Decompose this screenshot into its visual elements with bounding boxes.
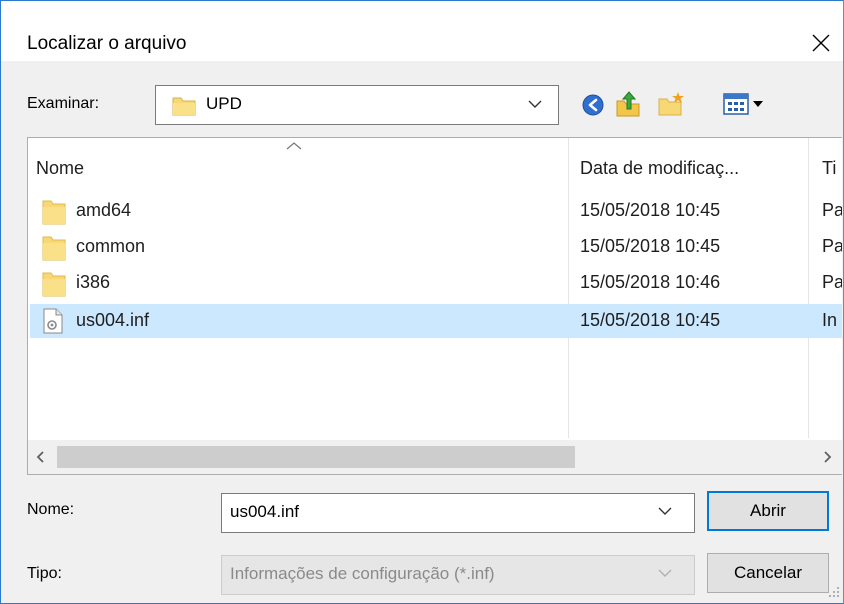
column-header-name[interactable]: Nome <box>36 158 84 179</box>
open-button[interactable]: Abrir <box>707 491 829 531</box>
inf-file-icon <box>43 308 63 334</box>
filetype-label: Tipo: <box>27 565 62 582</box>
file-date: 15/05/2018 10:45 <box>580 236 721 256</box>
file-type: Pa <box>822 236 842 256</box>
folder-icon <box>172 97 196 116</box>
file-list[interactable]: Nome Data de modificaç... Ti amd64 15/05… <box>27 137 842 475</box>
column-header-type[interactable]: Ti <box>822 158 836 179</box>
folder-icon <box>42 236 66 261</box>
column-header-date[interactable]: Data de modificaç... <box>580 158 739 179</box>
folder-icon <box>42 272 66 297</box>
file-name: common <box>76 236 146 256</box>
file-date: 15/05/2018 10:45 <box>580 200 721 220</box>
new-folder-icon[interactable] <box>657 91 685 117</box>
resize-grip-icon[interactable] <box>827 585 841 599</box>
filetype-value: Informações de configuração (*.inf) <box>230 564 495 583</box>
back-icon[interactable] <box>581 93 605 117</box>
title-bar: Localizar o arquivo <box>1 1 843 61</box>
chevron-down-icon[interactable] <box>658 506 672 516</box>
list-item[interactable]: amd64 15/05/2018 10:45 Pa <box>30 194 842 228</box>
file-date: 15/05/2018 10:45 <box>580 310 721 330</box>
filetype-select[interactable]: Informações de configuração (*.inf) <box>221 555 695 595</box>
cancel-button[interactable]: Cancelar <box>707 553 829 593</box>
up-folder-icon[interactable] <box>615 89 641 117</box>
folder-icon <box>42 200 66 225</box>
chevron-right-icon <box>824 451 832 463</box>
file-type: Pa <box>822 272 842 292</box>
chevron-down-icon <box>528 100 542 108</box>
close-button[interactable] <box>801 25 841 61</box>
chevron-down-icon <box>658 569 672 577</box>
filename-label: Nome: <box>27 501 75 518</box>
list-item[interactable]: common 15/05/2018 10:45 Pa <box>30 230 842 264</box>
scroll-left-button[interactable] <box>28 440 56 474</box>
list-item-selected[interactable]: us004.inf 15/05/2018 10:45 In <box>30 304 842 338</box>
sort-ascending-icon <box>286 142 302 150</box>
file-open-dialog: Localizar o arquivo Examinar: UPD Nome D… <box>0 0 844 604</box>
lookin-value: UPD <box>206 94 242 113</box>
view-menu-icon[interactable] <box>723 93 769 115</box>
file-name: amd64 <box>76 200 132 220</box>
file-name: us004.inf <box>76 310 150 330</box>
chevron-left-icon <box>36 451 44 463</box>
file-name: i386 <box>76 272 111 292</box>
horizontal-scrollbar[interactable] <box>28 440 842 474</box>
scroll-right-button[interactable] <box>814 440 842 474</box>
file-type: In <box>822 310 838 330</box>
scrollbar-thumb[interactable] <box>57 446 575 468</box>
lookin-label: Examinar: <box>27 95 100 112</box>
file-date: 15/05/2018 10:46 <box>580 272 721 292</box>
window-title: Localizar o arquivo <box>27 33 187 54</box>
list-item[interactable]: i386 15/05/2018 10:46 Pa <box>30 266 842 300</box>
file-type: Pa <box>822 200 842 220</box>
close-icon <box>812 34 830 52</box>
filename-value: us004.inf <box>230 502 299 521</box>
filename-input[interactable]: us004.inf <box>221 493 695 533</box>
lookin-combobox[interactable]: UPD <box>155 85 559 125</box>
